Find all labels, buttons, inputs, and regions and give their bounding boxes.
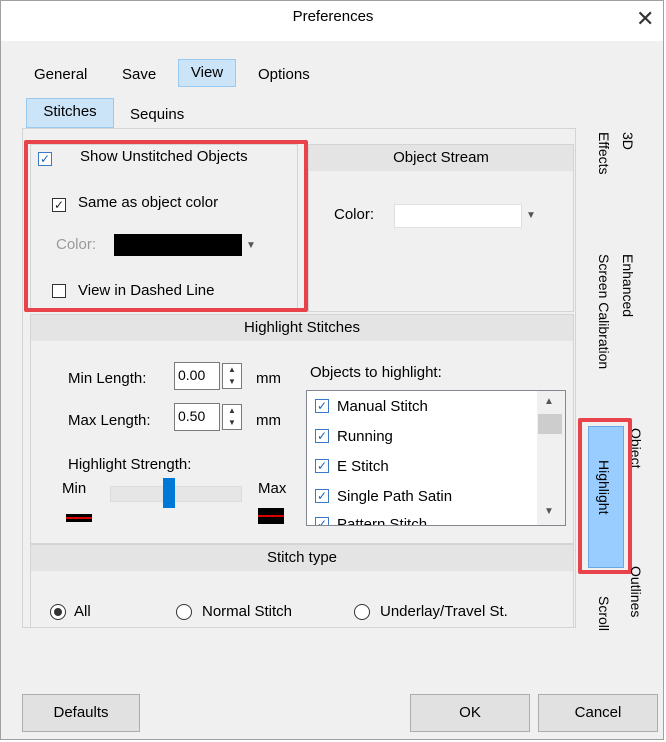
tab-options[interactable]: Options <box>250 61 318 88</box>
list-item-label: Single Path Satin <box>337 487 453 505</box>
list-item-label: Pattern Stitch <box>337 515 428 526</box>
ok-button[interactable]: OK <box>410 694 530 732</box>
tab-stitches[interactable]: Stitches <box>26 98 114 128</box>
list-item[interactable]: ✓ Manual Stitch <box>307 391 565 421</box>
object-stream-header: Object Stream <box>309 145 573 171</box>
min-strength-swatch <box>66 514 92 522</box>
list-item[interactable]: ✓ Pattern Stitch <box>307 509 565 526</box>
objects-list[interactable]: ✓ Manual Stitch ✓ Running ✓ E Stitch ✓ Singl… <box>306 390 566 526</box>
side-tab-scroll[interactable]: Scroll <box>596 596 612 631</box>
radio-underlay[interactable] <box>354 604 370 620</box>
object-stream-color-label: Color: <box>334 206 375 223</box>
tab-view[interactable]: View <box>178 59 236 87</box>
side-tab-outlines[interactable]: Outlines <box>628 566 644 617</box>
side-tab-3d-effects-line2[interactable]: Effects <box>596 132 612 175</box>
strength-max-label: Max <box>258 480 287 497</box>
list-scrollbar[interactable] <box>537 391 565 525</box>
side-tab-3d-effects[interactable]: 3D <box>620 132 636 150</box>
tab-save[interactable]: Save <box>114 61 164 88</box>
list-item[interactable]: ✓ Single Path Satin <box>307 481 565 511</box>
max-length-unit: mm <box>256 412 281 429</box>
side-tab-text: 3D <box>620 132 636 150</box>
window-title: Preferences <box>292 8 374 25</box>
min-length-unit: mm <box>256 370 281 387</box>
object-stream-color-swatch[interactable] <box>394 204 522 228</box>
radio-normal-stitch-label: Normal Stitch <box>202 603 293 620</box>
strength-slider-track[interactable] <box>110 486 242 502</box>
list-item[interactable]: ✓ Running <box>307 421 565 451</box>
unstitched-highlight-box <box>24 140 308 312</box>
strength-slider-thumb[interactable] <box>163 478 176 508</box>
chevron-down-icon[interactable]: ▼ <box>526 210 536 221</box>
max-length-label: Max Length: <box>68 412 151 429</box>
highlight-strength-label: Highlight Strength: <box>68 456 192 473</box>
min-length-spinner[interactable]: ▲ ▼ <box>222 363 242 389</box>
radio-all[interactable] <box>50 604 66 620</box>
side-tab-highlight-box <box>578 418 632 574</box>
tab-general[interactable]: General <box>26 61 95 88</box>
side-tab-text: Screen Calibration <box>596 254 612 370</box>
radio-underlay-label: Underlay/Travel St. <box>380 603 508 620</box>
side-tab-text: Scroll <box>596 596 612 632</box>
highlight-stitches-header: Highlight Stitches <box>31 315 573 341</box>
chevron-up-icon[interactable]: ▲ <box>544 396 554 407</box>
close-icon[interactable]: ✕ <box>636 6 654 32</box>
list-item[interactable]: ✓ E Stitch <box>307 451 565 481</box>
scrollbar-thumb[interactable] <box>538 414 562 434</box>
min-length-label: Min Length: <box>68 370 147 387</box>
side-tab-text: Effects <box>596 132 612 175</box>
radio-all-label: All <box>74 603 91 620</box>
stitch-type-header: Stitch type <box>31 545 573 571</box>
min-length-input[interactable]: 0.00 <box>174 362 220 390</box>
side-tab-text: Enhanced <box>620 254 636 318</box>
side-tab-text: Outlines <box>628 566 644 618</box>
list-item-label: Manual Stitch <box>337 397 428 415</box>
chevron-down-icon[interactable]: ▼ <box>544 506 554 517</box>
list-item-label: E Stitch <box>337 457 389 475</box>
max-length-input[interactable]: 0.50 <box>174 403 220 431</box>
tab-sequins[interactable]: Sequins <box>122 101 192 128</box>
strength-min-label: Min <box>62 480 87 497</box>
radio-normal-stitch[interactable] <box>176 604 192 620</box>
side-tab-screen-calibration[interactable]: Screen Calibration <box>596 254 612 369</box>
list-item-label: Running <box>337 427 393 445</box>
side-tab-enhanced[interactable]: Enhanced <box>620 254 636 317</box>
max-length-spinner[interactable]: ▲ ▼ <box>222 404 242 430</box>
cancel-button[interactable]: Cancel <box>538 694 658 732</box>
defaults-button[interactable]: Defaults <box>22 694 140 732</box>
max-strength-swatch <box>258 508 284 524</box>
objects-to-highlight-label: Objects to highlight: <box>310 364 442 381</box>
